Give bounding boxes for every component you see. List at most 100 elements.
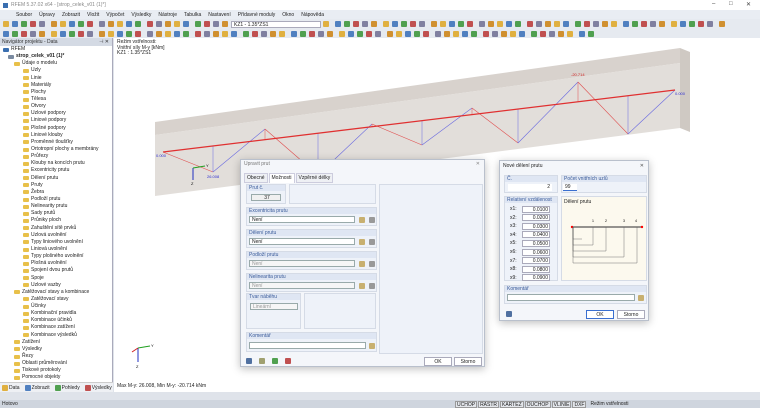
toolbar-button-icon[interactable] xyxy=(318,31,324,37)
ok-button[interactable]: OK xyxy=(586,310,614,319)
eccentricity-select[interactable]: Není xyxy=(249,216,355,223)
toolbar-button-icon[interactable] xyxy=(375,31,381,37)
toolbar-button-icon[interactable] xyxy=(99,31,105,37)
navigator-tab[interactable]: Pohledy xyxy=(55,385,80,391)
toolbar-button-icon[interactable] xyxy=(147,21,153,27)
tree-item[interactable]: Otvory xyxy=(3,103,112,110)
toolbar-button-icon[interactable] xyxy=(440,21,446,27)
toolbar-button-icon[interactable] xyxy=(39,31,45,37)
toolbar-button-icon[interactable] xyxy=(195,31,201,37)
toolbar-button-icon[interactable] xyxy=(156,31,162,37)
toolbar-button-icon[interactable] xyxy=(204,21,210,27)
toolbar-button-icon[interactable] xyxy=(719,21,725,27)
tree-item[interactable]: Tělesa xyxy=(3,96,112,103)
toolbar-button-icon[interactable] xyxy=(213,31,219,37)
status-toggle[interactable]: KARTEZ xyxy=(500,401,524,408)
toolbar-button-icon[interactable] xyxy=(78,31,84,37)
toolbar-button-icon[interactable] xyxy=(335,21,341,27)
toolbar-button-icon[interactable] xyxy=(344,21,350,27)
distance-input[interactable]: 0.0300 xyxy=(522,223,550,230)
tab[interactable]: Obecné xyxy=(244,173,268,183)
cancel-button[interactable]: Storno xyxy=(617,310,645,319)
toolbar-button-icon[interactable] xyxy=(479,21,485,27)
menu-item[interactable]: Výpočet xyxy=(106,12,124,18)
status-toggle[interactable]: UCHOP xyxy=(455,401,477,408)
menu-item[interactable]: Vložit xyxy=(87,12,99,18)
tree-item[interactable]: Plochy xyxy=(3,89,112,96)
toolbar-button-icon[interactable] xyxy=(659,21,665,27)
toolbar-button-icon[interactable] xyxy=(579,31,585,37)
toolbar-button-icon[interactable] xyxy=(707,21,713,27)
new-icon[interactable] xyxy=(359,239,365,245)
toolbar-button-icon[interactable] xyxy=(405,31,411,37)
toolbar-button-icon[interactable] xyxy=(3,21,9,27)
toolbar-button-icon[interactable] xyxy=(435,31,441,37)
toolbar-button-icon[interactable] xyxy=(483,31,489,37)
toolbar-button-icon[interactable] xyxy=(527,21,533,27)
navigator-tab[interactable]: Výsledky xyxy=(85,385,112,391)
menu-item[interactable]: Okno xyxy=(282,12,294,18)
edit-icon[interactable] xyxy=(369,261,375,267)
toolbar-button-icon[interactable] xyxy=(383,21,389,27)
tree-item[interactable]: Zatěžovací stavy xyxy=(3,296,112,303)
toolbar-button-icon[interactable] xyxy=(165,31,171,37)
distance-input[interactable]: 0.0500 xyxy=(522,240,550,247)
toolbar-button-icon[interactable] xyxy=(174,21,180,27)
toolbar-button-icon[interactable] xyxy=(243,31,249,37)
toolbar-button-icon[interactable] xyxy=(419,21,425,27)
toolbar-button-icon[interactable] xyxy=(458,21,464,27)
toolbar-button-icon[interactable] xyxy=(309,31,315,37)
toolbar-button-icon[interactable] xyxy=(515,21,521,27)
toolbar-button-icon[interactable] xyxy=(488,21,494,27)
toolbar-button-icon[interactable] xyxy=(327,31,333,37)
toolbar-button-icon[interactable] xyxy=(135,31,141,37)
help-icon[interactable] xyxy=(246,358,252,364)
toolbar-button-icon[interactable] xyxy=(558,31,564,37)
tree-item[interactable]: Dělení prutu xyxy=(3,175,112,182)
toolbar-button-icon[interactable] xyxy=(126,31,132,37)
tree-item[interactable]: Klouby na koncích prutu xyxy=(3,160,112,167)
distance-input[interactable]: 0.0700 xyxy=(522,257,550,264)
toolbar-button-icon[interactable] xyxy=(165,21,171,27)
toolbar-button-icon[interactable] xyxy=(348,31,354,37)
tree-item[interactable]: Uzlové podpory xyxy=(3,110,112,117)
close-icon[interactable]: ⊣ ✕ xyxy=(99,38,109,46)
toolbar-button-icon[interactable] xyxy=(563,21,569,27)
toolbar-button-icon[interactable] xyxy=(492,31,498,37)
tree-item[interactable]: Účinky xyxy=(3,303,112,310)
toolbar-button-icon[interactable] xyxy=(222,21,228,27)
toolbar-button-icon[interactable] xyxy=(444,31,450,37)
toolbar-button-icon[interactable] xyxy=(357,31,363,37)
tree-item[interactable]: Materiály xyxy=(3,82,112,89)
edit-icon[interactable] xyxy=(369,217,375,223)
tree-project[interactable]: strop_celek_v01 (1)* xyxy=(3,53,112,60)
menu-item[interactable]: Přídavné moduly xyxy=(238,12,276,18)
tree-item[interactable]: Průřezy xyxy=(3,153,112,160)
toolbar-button-icon[interactable] xyxy=(689,21,695,27)
tree-item[interactable]: Podloží prutu xyxy=(3,196,112,203)
tree-item[interactable]: Typy liniového uvolnění xyxy=(3,239,112,246)
tree-item[interactable]: Pruty xyxy=(3,182,112,189)
toolbar-button-icon[interactable] xyxy=(545,21,551,27)
toolbar-button-icon[interactable] xyxy=(99,21,105,27)
tree-item[interactable]: Údaje o modelu xyxy=(3,60,112,67)
toolbar-button-icon[interactable] xyxy=(117,31,123,37)
tree-item[interactable]: Žebra xyxy=(3,189,112,196)
toolbar-button-icon[interactable] xyxy=(431,21,437,27)
toolbar-button-icon[interactable] xyxy=(593,21,599,27)
toolbar-button-icon[interactable] xyxy=(671,21,677,27)
navigator-tab[interactable]: Data xyxy=(2,385,20,391)
toolbar-button-icon[interactable] xyxy=(30,31,36,37)
distance-input[interactable]: 0.0600 xyxy=(522,249,550,256)
toolbar-button-icon[interactable] xyxy=(353,21,359,27)
tree-item[interactable]: Kombinace zatížení xyxy=(3,324,112,331)
load-combo-select[interactable]: KZ1 - 1.35*ZS1 xyxy=(231,21,321,28)
toolbar-button-icon[interactable] xyxy=(396,31,402,37)
toolbar-button-icon[interactable] xyxy=(117,21,123,27)
toolbar-button-icon[interactable] xyxy=(371,21,377,27)
tree-item[interactable]: Spoje xyxy=(3,275,112,282)
distance-input[interactable]: 0.0100 xyxy=(522,206,550,213)
tree-item[interactable]: Kombinace účinků xyxy=(3,317,112,324)
distance-input[interactable]: 0.0800 xyxy=(522,266,550,273)
toolbar-button-icon[interactable] xyxy=(252,31,258,37)
